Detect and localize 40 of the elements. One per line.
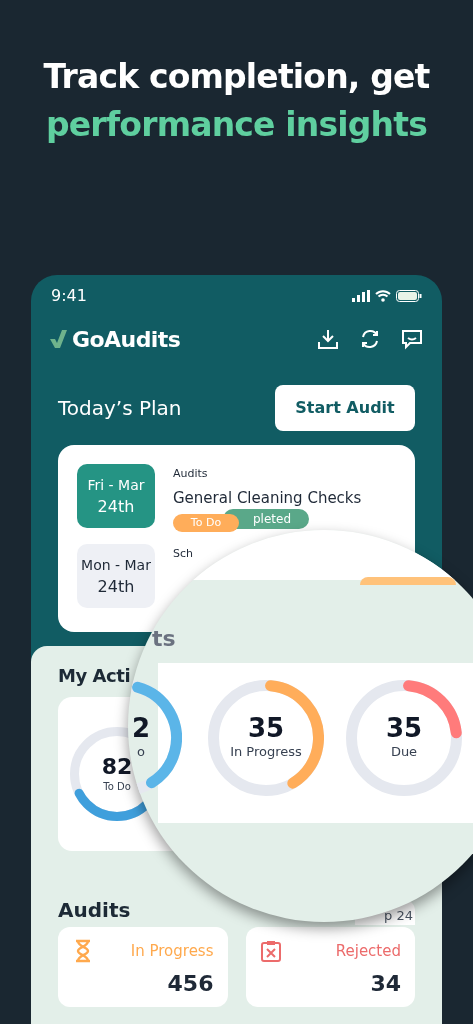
stat-value: 456 — [167, 970, 214, 998]
logo-text: GoAudits — [72, 325, 181, 354]
category-label: Audits — [173, 466, 209, 482]
section-title: Today’s Plan — [58, 395, 182, 422]
ring-value: 35 — [247, 714, 285, 743]
date-day: Mon - Mar — [81, 554, 151, 576]
download-icon[interactable] — [317, 328, 339, 350]
stat-label: Rejected — [335, 940, 401, 962]
status-badge: To Do — [173, 514, 239, 532]
ring-value: 2 — [131, 714, 151, 743]
ring-label: Due — [390, 743, 418, 762]
category-label: Sch — [173, 546, 193, 562]
heading-fragment: ts — [152, 625, 176, 653]
ring-value: 82 — [101, 754, 133, 779]
start-audit-button[interactable]: Start Audit — [275, 385, 415, 431]
section-title: My Acti — [58, 664, 131, 688]
section-title: Audits — [58, 897, 131, 924]
battery-icon — [396, 290, 422, 302]
signal-icon — [352, 290, 370, 302]
stat-card[interactable]: Rejected 34 — [245, 927, 415, 1007]
ring-label: In Progress — [230, 743, 302, 762]
status-time: 9:41 — [51, 285, 87, 307]
chat-icon[interactable] — [401, 328, 423, 350]
wifi-icon — [375, 290, 391, 302]
stat-value: 34 — [370, 970, 401, 998]
ring-value: 35 — [385, 714, 423, 743]
refresh-icon[interactable] — [359, 328, 381, 350]
headline: Track completion, get — [43, 56, 430, 98]
ring-label: o — [137, 743, 145, 762]
date-tile[interactable]: Mon - Mar 24th — [77, 544, 155, 608]
date-tile[interactable]: Fri - Mar 24th — [77, 464, 155, 528]
date-number: 24th — [97, 496, 135, 518]
date-day: Fri - Mar — [87, 474, 145, 496]
audit-title: General Cleaning Checks — [173, 487, 362, 509]
stat-card[interactable]: In Progress 456 — [58, 927, 228, 1007]
stat-label: In Progress — [130, 940, 214, 962]
date-number: 24th — [97, 576, 135, 598]
headline-highlight: performance insights — [46, 104, 427, 146]
ring-label: To Do — [103, 779, 131, 794]
checkmark-logo-icon — [48, 329, 68, 349]
